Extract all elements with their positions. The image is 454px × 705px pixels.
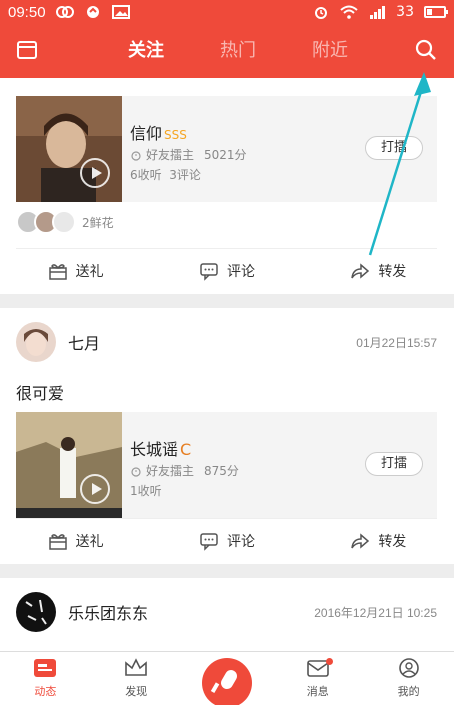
avatar — [52, 210, 76, 234]
wifi-icon — [340, 5, 358, 19]
nav-label: 发现 — [125, 685, 148, 698]
play-icon[interactable] — [80, 474, 110, 504]
grade-badge: SSS — [164, 128, 187, 142]
search-icon[interactable] — [414, 38, 438, 62]
gift-button[interactable]: 送礼 — [0, 248, 151, 294]
challenge-button[interactable]: 打擂 — [365, 136, 423, 160]
nav-messages[interactable]: 消息 — [272, 652, 363, 705]
comment-icon — [200, 263, 218, 281]
nav-label: 动态 — [34, 685, 57, 698]
comment-label: 评论 — [226, 534, 255, 550]
share-icon — [351, 263, 370, 279]
signal-icon — [370, 6, 386, 19]
comment-button[interactable]: 评论 — [151, 248, 302, 294]
action-bar: 送礼 评论 转发 — [0, 518, 454, 564]
alarm-clock-icon — [131, 150, 141, 161]
avatar[interactable] — [16, 322, 56, 362]
share-label: 转发 — [378, 534, 407, 550]
avatar[interactable] — [16, 592, 56, 632]
song-title: 长城谣 — [130, 440, 179, 459]
host-label: 好友擂主 — [146, 464, 195, 478]
nav-feed[interactable]: 动态 — [0, 652, 91, 705]
alarm-icon — [315, 7, 328, 19]
tab-following[interactable]: 关注 — [100, 24, 192, 78]
play-icon[interactable] — [80, 158, 110, 188]
post-header: 乐乐团东东 2016年12月21日 10:25 — [16, 592, 437, 632]
image-icon — [111, 5, 130, 19]
album-cover — [16, 96, 122, 202]
challenge-button[interactable]: 打擂 — [365, 452, 423, 476]
gift-icon — [48, 534, 67, 550]
share-label: 转发 — [378, 264, 407, 280]
tab-popular[interactable]: 热门 — [192, 24, 284, 78]
song-score: 5021分 — [204, 148, 247, 162]
feed-list[interactable]: 信仰 SSS 好友擂主 5021分 6收听 3评论 打擂 2鲜花 送礼 评论 转… — [0, 78, 454, 651]
crown-icon — [125, 658, 147, 676]
gift-button[interactable]: 送礼 — [0, 518, 151, 564]
sing-button[interactable] — [202, 658, 252, 705]
battery-icon — [424, 6, 448, 18]
listen-count: 6收听 — [130, 168, 162, 182]
top-nav: 关注 热门 附近 — [0, 24, 454, 78]
feed-tabs: 关注 热门 附近 — [100, 24, 376, 78]
folder-icon[interactable] — [16, 39, 38, 61]
comment-button[interactable]: 评论 — [151, 518, 302, 564]
comment-label: 评论 — [226, 264, 255, 280]
share-button[interactable]: 转发 — [303, 248, 454, 294]
action-bar: 送礼 评论 转发 — [0, 248, 454, 294]
gift-label: 送礼 — [75, 534, 104, 550]
song-item[interactable]: 长城谣 C 好友擂主 875分 1收听 打擂 — [16, 412, 437, 518]
share-icon — [351, 533, 370, 549]
feed-card: 信仰 SSS 好友擂主 5021分 6收听 3评论 打擂 2鲜花 送礼 评论 转… — [0, 78, 454, 294]
battery-percent: 33 — [396, 4, 414, 20]
album-cover — [16, 412, 122, 518]
feed-card: 乐乐团东东 2016年12月21日 10:25 — [0, 578, 454, 651]
username[interactable]: 七月 — [68, 330, 100, 354]
username[interactable]: 乐乐团东东 — [68, 600, 148, 624]
listen-count: 1收听 — [130, 484, 162, 498]
gift-label: 送礼 — [75, 264, 104, 280]
profile-icon — [398, 658, 419, 678]
song-title: 信仰 — [130, 124, 163, 143]
alarm-clock-icon — [131, 466, 141, 477]
nav-label: 我的 — [397, 685, 420, 698]
song-score: 875分 — [204, 464, 239, 478]
post-text: 很可爱 — [16, 384, 65, 403]
unread-dot — [326, 658, 334, 665]
nav-profile[interactable]: 我的 — [363, 652, 454, 705]
comment-count: 3评论 — [169, 168, 201, 182]
host-label: 好友擂主 — [146, 148, 195, 162]
link-icon — [55, 6, 74, 18]
flowers-row[interactable]: 2鲜花 — [16, 210, 114, 234]
microphone-icon — [210, 670, 237, 693]
share-button[interactable]: 转发 — [303, 518, 454, 564]
sync-icon — [86, 6, 99, 18]
nav-discover[interactable]: 发现 — [91, 652, 182, 705]
post-time: 01月22日15:57 — [356, 335, 437, 350]
nav-label: 消息 — [306, 685, 329, 698]
status-time: 09:50 — [8, 3, 46, 21]
gift-icon — [48, 264, 67, 280]
feed-icon — [34, 659, 57, 677]
post-header: 七月 01月22日15:57 — [16, 322, 437, 362]
comment-icon — [200, 533, 218, 551]
flowers-count: 2鲜花 — [82, 215, 114, 230]
post-time: 2016年12月21日 10:25 — [314, 605, 437, 620]
grade-badge: C — [180, 440, 192, 459]
feed-card: 七月 01月22日15:57 很可爱 长城谣 C 好友擂主 875分 1收听 打… — [0, 308, 454, 564]
tab-nearby[interactable]: 附近 — [284, 24, 376, 78]
status-bar: 09:50 33 — [0, 0, 454, 24]
song-item[interactable]: 信仰 SSS 好友擂主 5021分 6收听 3评论 打擂 — [16, 96, 437, 202]
